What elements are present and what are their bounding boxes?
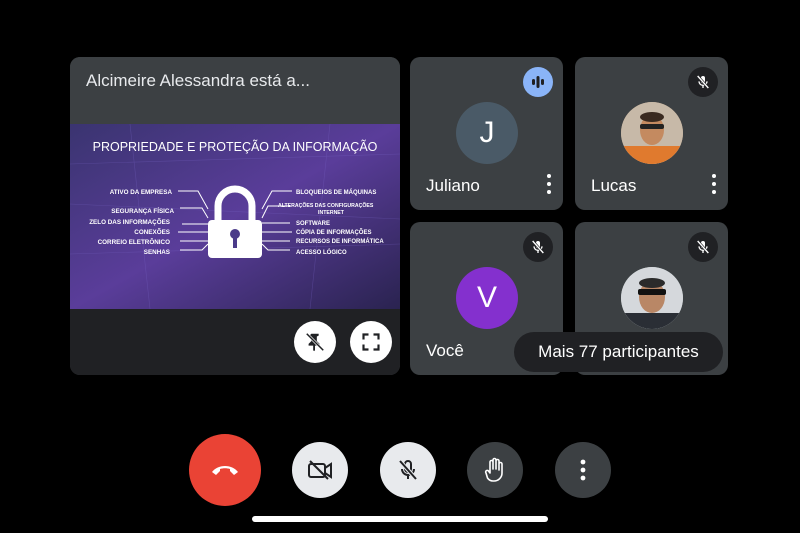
mic-muted-indicator [688, 67, 718, 97]
pin-off-icon [305, 332, 325, 352]
participant-name: Você [426, 341, 464, 360]
participant-options-button[interactable] [547, 174, 551, 194]
avatar [621, 267, 683, 329]
presentation-tile[interactable]: Alcimeire Alessandra está a... PROPRIEDA… [70, 57, 400, 375]
mic-muted-indicator [523, 232, 553, 262]
speaking-indicator [523, 67, 553, 97]
participant-name: Lucas [591, 176, 637, 195]
mic-muted-indicator [688, 232, 718, 262]
slide-left-item: SENHAS [144, 249, 170, 256]
home-indicator[interactable] [252, 516, 548, 522]
raise-hand-button[interactable] [467, 442, 523, 498]
camera-off-icon [308, 460, 332, 480]
participant-tile-lucas[interactable]: Lucas [575, 57, 728, 210]
mic-off-icon [398, 459, 418, 481]
presentation-title: Alcimeire Alessandra está a... [86, 71, 310, 90]
more-options-button[interactable] [555, 442, 611, 498]
slide-right-item: BLOQUEIOS DE MÁQUINAS [296, 189, 376, 196]
mic-toggle-button[interactable] [380, 442, 436, 498]
participant-name: Juliano [426, 176, 480, 195]
raise-hand-icon [484, 457, 503, 482]
presentation-footer [70, 309, 400, 375]
camera-toggle-button[interactable] [292, 442, 348, 498]
more-participants-button[interactable]: Mais 77 participantes [514, 332, 723, 372]
mic-off-icon [696, 240, 710, 254]
mic-off-icon [531, 240, 545, 254]
slide-left-item: ZELO DAS INFORMAÇÕES [89, 217, 170, 226]
slide-right-item: CÓPIA DE INFORMAÇÕES [296, 228, 371, 236]
fullscreen-button[interactable] [350, 321, 392, 363]
slide-image: PROPRIEDADE E PROTEÇÃO DA INFORMAÇÃO ATI… [70, 123, 400, 310]
slide-heading: PROPRIEDADE E PROTEÇÃO DA INFORMAÇÃO [93, 140, 378, 154]
slide-left-item: CONEXÕES [134, 227, 170, 236]
hangup-icon [212, 466, 238, 475]
end-call-button[interactable] [189, 434, 261, 506]
slide-right-item: ACESSO LÓGICO [296, 248, 347, 256]
shared-screen: PROPRIEDADE E PROTEÇÃO DA INFORMAÇÃO ATI… [70, 123, 400, 310]
presentation-header: Alcimeire Alessandra está a... [70, 57, 400, 109]
unpin-button[interactable] [294, 321, 336, 363]
slide-right-item: RECURSOS DE INFORMÁTICA [296, 238, 384, 245]
avatar [621, 102, 683, 164]
slide-right-item: INTERNET [318, 210, 345, 216]
participant-options-button[interactable] [712, 174, 716, 194]
avatar: V [456, 267, 518, 329]
avatar: J [456, 102, 518, 164]
avatar-photo [621, 267, 683, 329]
slide-left-item: SEGURANÇA FÍSICA [111, 206, 174, 215]
avatar-photo [621, 102, 683, 164]
slide-right-item: ALTERAÇÕES DAS CONFIGURAÇÕES [278, 202, 374, 209]
more-vert-icon [580, 459, 586, 481]
slide-left-item: ATIVO DA EMPRESA [110, 189, 173, 196]
slide-right-item: SOFTWARE [296, 221, 330, 227]
fullscreen-icon [362, 333, 380, 351]
mic-off-icon [696, 75, 710, 89]
participant-tile-juliano[interactable]: J Juliano [410, 57, 563, 210]
audio-level-icon [532, 76, 544, 88]
slide-left-item: CORREIO ELETRÔNICO [98, 237, 171, 246]
